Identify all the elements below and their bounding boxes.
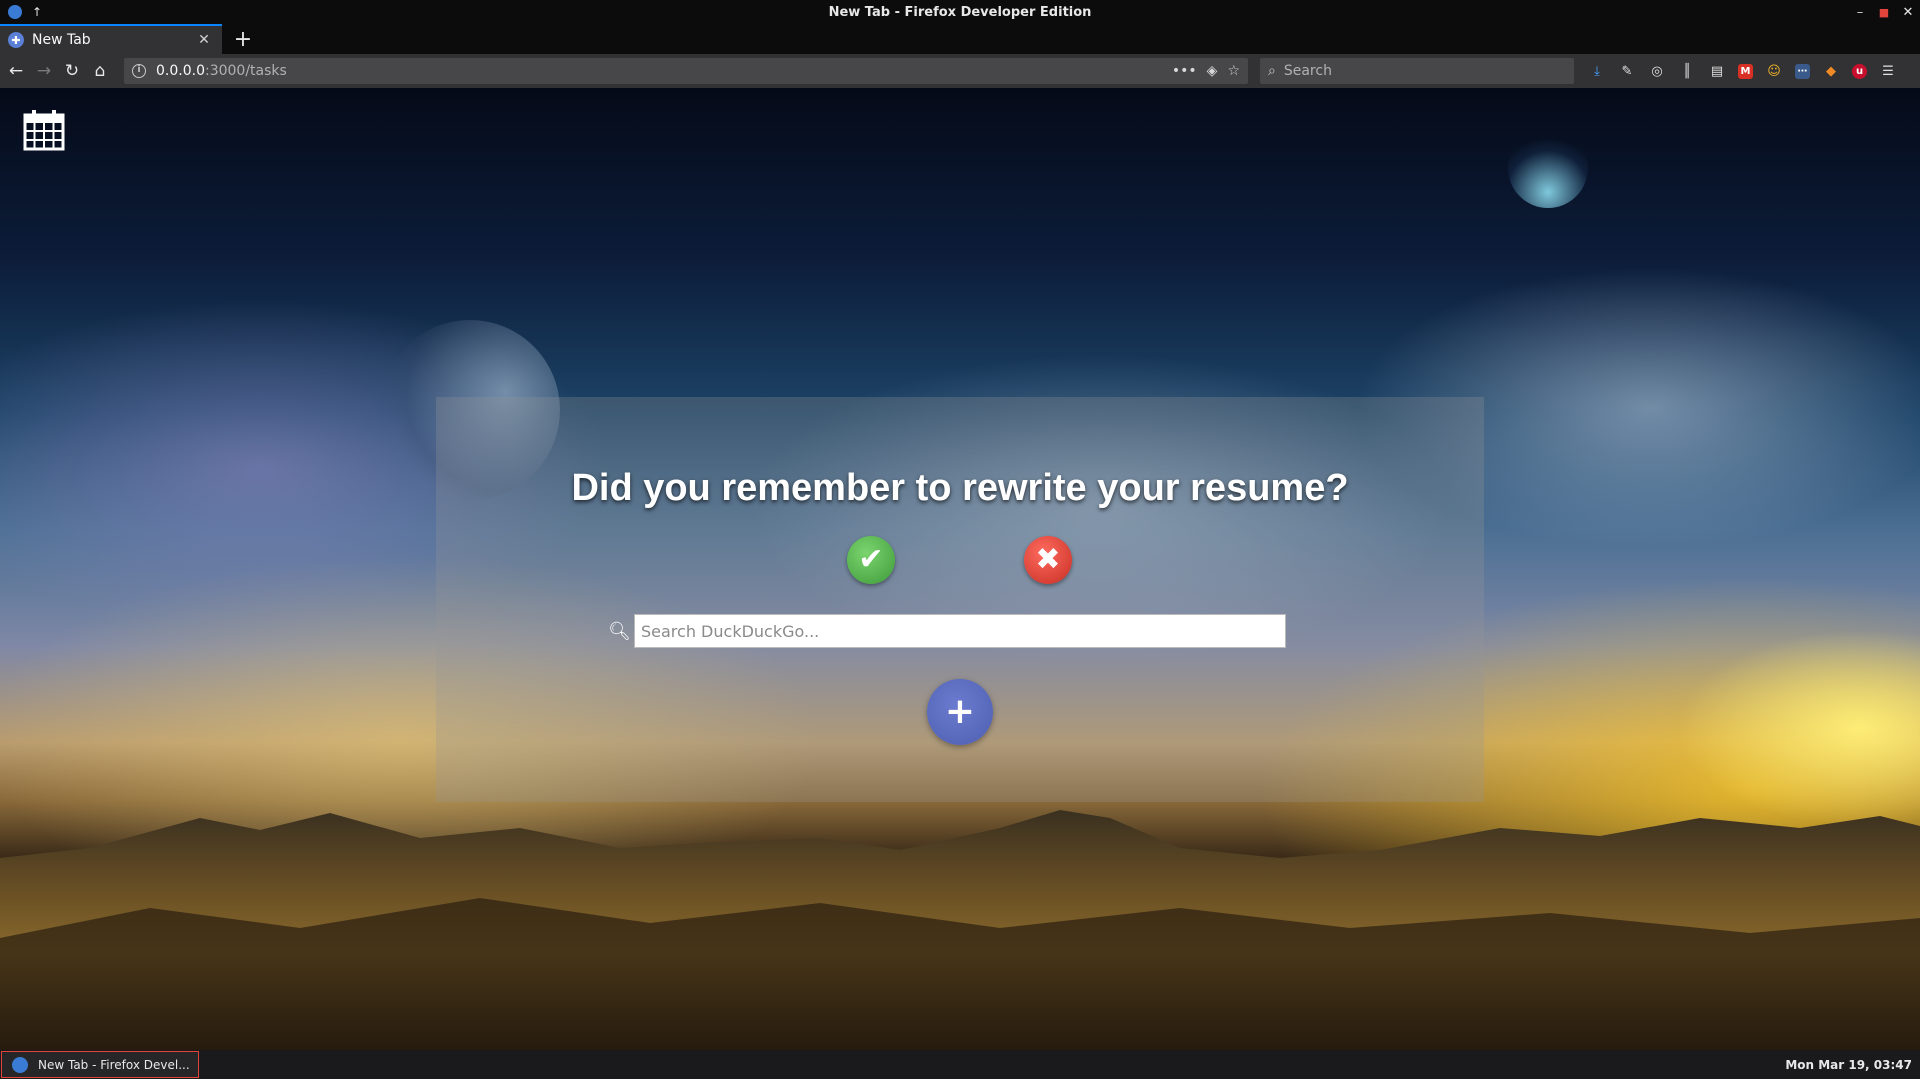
duckduckgo-search-input[interactable]	[634, 614, 1286, 648]
search-bar[interactable]: ⌕ Search	[1260, 58, 1574, 84]
calendar-icon[interactable]	[22, 108, 66, 152]
tab-new-tab[interactable]: ✚ New Tab ✕	[0, 24, 222, 54]
responsive-design-icon[interactable]: ◎	[1648, 62, 1666, 80]
arrow-up-icon[interactable]: ↑	[32, 5, 42, 19]
back-button[interactable]: ←	[2, 57, 30, 85]
reload-button[interactable]: ↻	[58, 57, 86, 85]
gmail-extension-icon[interactable]: M	[1738, 63, 1753, 79]
url-bar[interactable]: i 0.0.0.0:3000/tasks ••• ◈ ☆	[124, 58, 1248, 84]
tab-label: New Tab	[32, 32, 91, 48]
close-window-button[interactable]: ✕	[1902, 5, 1914, 20]
tab-favicon-icon: ✚	[8, 32, 24, 48]
pocket-icon[interactable]: ◈	[1207, 63, 1218, 79]
page-actions-icon[interactable]: •••	[1172, 63, 1197, 79]
new-tab-button[interactable]: +	[228, 24, 258, 54]
navigation-toolbar: ← → ↻ ⌂ i 0.0.0.0:3000/tasks ••• ◈ ☆ ⌕ S…	[0, 54, 1920, 88]
forward-button[interactable]: →	[30, 57, 58, 85]
url-host: 0.0.0.0	[156, 63, 205, 79]
dismiss-button[interactable]: ✖	[1024, 536, 1072, 584]
plus-icon: +	[944, 691, 976, 732]
search-icon: 🔍︎	[608, 620, 631, 642]
extension-face-icon[interactable]: ☺	[1765, 62, 1783, 80]
downloads-icon[interactable]: ⤓	[1588, 62, 1606, 80]
tab-strip: ✚ New Tab ✕ +	[0, 24, 1920, 54]
taskbar-window-label: New Tab - Firefox Devel...	[38, 1057, 190, 1072]
maximize-button[interactable]: ■	[1878, 6, 1890, 19]
search-icon: ⌕	[1268, 63, 1276, 79]
hamburger-menu-icon[interactable]: ☰	[1879, 62, 1897, 80]
task-panel: Did you remember to rewrite your resume?…	[436, 397, 1484, 802]
extension-fox-icon[interactable]: ◆	[1822, 62, 1840, 80]
close-tab-icon[interactable]: ✕	[194, 32, 214, 48]
add-task-button[interactable]: +	[927, 679, 993, 745]
background-mountains	[0, 810, 1920, 1050]
site-info-icon[interactable]: i	[132, 64, 146, 78]
sidebar-icon[interactable]: ▤	[1708, 62, 1726, 80]
url-path: :3000/tasks	[204, 63, 287, 79]
background-moon	[1508, 128, 1588, 208]
minimize-button[interactable]: –	[1854, 5, 1866, 20]
taskbar-firefox-window[interactable]: New Tab - Firefox Devel...	[1, 1051, 199, 1078]
taskbar: New Tab - Firefox Devel... Mon Mar 19, 0…	[0, 1050, 1920, 1079]
taskbar-clock: Mon Mar 19, 03:47	[1785, 1057, 1912, 1072]
extension-dots-icon[interactable]: ⋯	[1795, 63, 1810, 79]
page-content: Did you remember to rewrite your resume?…	[0, 88, 1920, 1050]
task-question: Did you remember to rewrite your resume?	[571, 467, 1349, 509]
checkmark-icon: ✔	[858, 542, 884, 577]
search-bar-placeholder: Search	[1283, 63, 1332, 79]
home-button[interactable]: ⌂	[86, 57, 114, 85]
search-row: 🔍︎	[608, 614, 1286, 648]
window-title: New Tab - Firefox Developer Edition	[828, 4, 1092, 20]
firefox-logo-icon	[8, 5, 22, 19]
developer-tools-icon[interactable]: ✎	[1618, 62, 1636, 80]
bookmark-star-icon[interactable]: ☆	[1227, 63, 1240, 79]
x-icon: ✖	[1035, 542, 1061, 577]
library-icon[interactable]: ║	[1678, 62, 1696, 80]
firefox-taskbar-icon	[12, 1056, 28, 1073]
ublock-icon[interactable]: u	[1852, 63, 1867, 79]
window-titlebar: ↑ New Tab - Firefox Developer Edition – …	[0, 0, 1920, 24]
confirm-done-button[interactable]: ✔	[847, 536, 895, 584]
